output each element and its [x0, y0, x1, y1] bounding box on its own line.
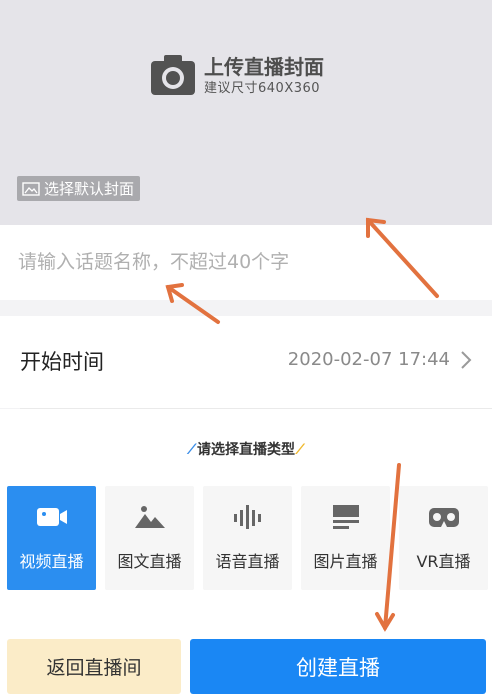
start-time-value: 2020-02-07 17:44	[287, 349, 450, 370]
type-card-label: 图文直播	[117, 552, 182, 571]
create-live-button[interactable]: 创建直播	[190, 639, 486, 694]
live-type-title: ⁄ 请选择直播类型 ⁄	[0, 439, 492, 459]
live-type-grid: 视频直播 图文直播 语音直播 图片直播 VR直播	[7, 486, 492, 590]
start-time-row[interactable]: 开始时间 2020-02-07 17:44	[0, 316, 492, 408]
image-icon	[22, 181, 40, 196]
type-card-vr[interactable]: VR直播	[399, 486, 488, 590]
topic-name-input[interactable]	[18, 247, 458, 277]
topic-section	[0, 225, 492, 300]
type-card-label: VR直播	[416, 552, 471, 571]
image-mountain-icon	[135, 506, 165, 528]
type-card-audio[interactable]: 语音直播	[203, 486, 292, 590]
decor-slash-icon: ⁄	[299, 442, 302, 458]
type-card-picture[interactable]: 图片直播	[301, 486, 390, 590]
upload-cover-title: 上传直播封面	[204, 54, 324, 79]
live-type-title-text: 请选择直播类型	[197, 442, 295, 458]
back-to-live-room-button[interactable]: 返回直播间	[7, 639, 181, 694]
audio-wave-icon	[234, 505, 261, 529]
camera-icon	[151, 55, 195, 95]
bottom-action-bar: 返回直播间 创建直播	[0, 621, 492, 698]
vr-headset-icon	[429, 508, 459, 527]
type-card-image-text[interactable]: 图文直播	[105, 486, 194, 590]
chevron-right-icon	[461, 351, 472, 369]
type-card-video[interactable]: 视频直播	[7, 486, 96, 590]
type-card-label: 图片直播	[313, 552, 378, 571]
type-card-label: 语音直播	[215, 552, 280, 571]
video-camera-icon	[37, 508, 67, 526]
start-time-label: 开始时间	[20, 350, 104, 374]
upload-cover-size-hint: 建议尺寸640X360	[204, 80, 321, 96]
cover-upload-area[interactable]: 上传直播封面 建议尺寸640X360 选择默认封面	[0, 0, 492, 225]
picture-list-icon	[333, 505, 359, 529]
upload-cover-button[interactable]: 上传直播封面 建议尺寸640X360	[150, 52, 324, 98]
live-type-section: ⁄ 请选择直播类型 ⁄ 视频直播 图文直播 语音直播 图片直播 VR直播	[0, 409, 492, 621]
decor-slash-icon: ⁄	[190, 442, 193, 458]
type-card-label: 视频直播	[19, 552, 84, 571]
choose-default-cover-label: 选择默认封面	[44, 180, 135, 198]
create-live-page: 上传直播封面 建议尺寸640X360 选择默认封面 开始时间 2020-02-0…	[0, 0, 492, 698]
choose-default-cover-button[interactable]: 选择默认封面	[17, 176, 141, 201]
